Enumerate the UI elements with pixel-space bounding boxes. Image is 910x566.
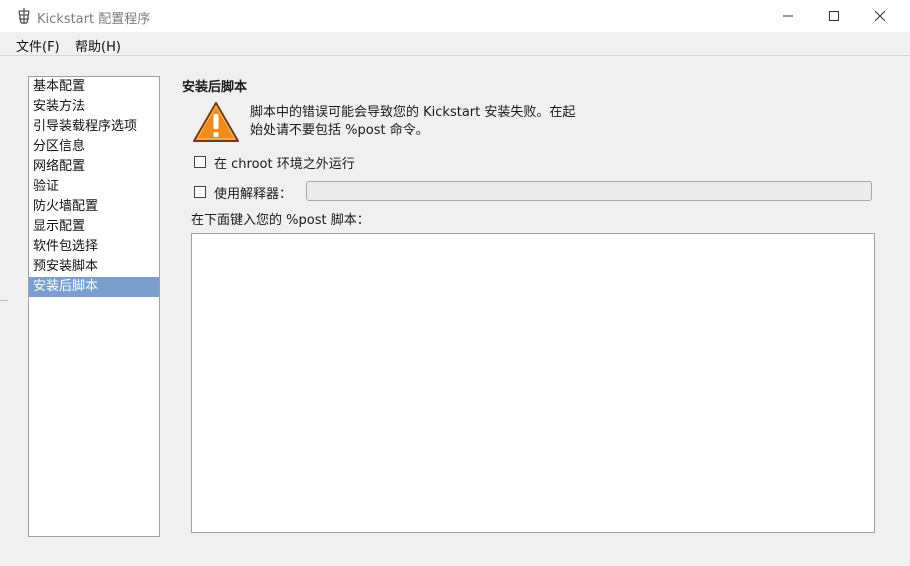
minimize-button[interactable] <box>765 0 811 32</box>
sidebar-item[interactable]: 软件包选择 <box>29 237 159 257</box>
warning-triangle-icon <box>193 102 239 142</box>
kickstart-app-icon <box>18 8 30 24</box>
sidebar-item[interactable]: 引导装载程序选项 <box>29 117 159 137</box>
warning-line-1: 脚本中的错误可能会导致您的 Kickstart 安装失败。在起 <box>250 105 576 120</box>
close-button[interactable] <box>857 0 903 32</box>
post-script-textarea[interactable] <box>191 233 875 533</box>
maximize-icon <box>829 11 839 21</box>
chroot-option[interactable]: 在 chroot 环境之外运行 <box>194 153 355 172</box>
chroot-label: 在 chroot 环境之外运行 <box>214 156 355 172</box>
maximize-button[interactable] <box>811 0 857 32</box>
sidebar-item[interactable]: 基本配置 <box>29 77 159 97</box>
sidebar-nav: 基本配置 安装方法 引导装载程序选项 分区信息 网络配置 验证 防火墙配置 显示配置 软件包选择… <box>28 76 160 537</box>
interpreter-input[interactable] <box>306 181 872 201</box>
sidebar-item[interactable]: 预安装脚本 <box>29 257 159 277</box>
sidebar-item[interactable]: 验证 <box>29 177 159 197</box>
interpreter-checkbox[interactable] <box>194 186 206 198</box>
interpreter-label: 使用解释器： <box>214 186 293 202</box>
warning-message: 脚本中的错误可能会导致您的 Kickstart 安装失败。在起 始处请不要包括 … <box>250 104 610 140</box>
menu-help[interactable]: 帮助(H) <box>75 36 121 55</box>
window-title: Kickstart 配置程序 <box>37 12 151 27</box>
interpreter-option[interactable]: 使用解释器： <box>194 183 293 202</box>
sidebar-item[interactable]: 安装后脚本 <box>29 277 159 297</box>
sidebar-item[interactable]: 分区信息 <box>29 137 159 157</box>
script-label: 在下面键入您的 %post 脚本： <box>191 213 370 228</box>
sidebar-item[interactable]: 安装方法 <box>29 97 159 117</box>
chroot-checkbox[interactable] <box>194 156 206 168</box>
menu-bar: 文件(F) 帮助(H) <box>0 32 910 56</box>
page-title: 安装后脚本 <box>182 80 248 95</box>
title-bar: Kickstart 配置程序 <box>0 0 910 33</box>
background-window-edge <box>0 300 8 566</box>
sidebar-item[interactable]: 显示配置 <box>29 217 159 237</box>
menu-file[interactable]: 文件(F) <box>16 36 60 55</box>
warning-line-2: 始处请不要包括 %post 命令。 <box>250 123 429 138</box>
sidebar-item[interactable]: 网络配置 <box>29 157 159 177</box>
minimize-icon <box>783 15 793 17</box>
sidebar-item[interactable]: 防火墙配置 <box>29 197 159 217</box>
close-icon <box>874 10 886 22</box>
